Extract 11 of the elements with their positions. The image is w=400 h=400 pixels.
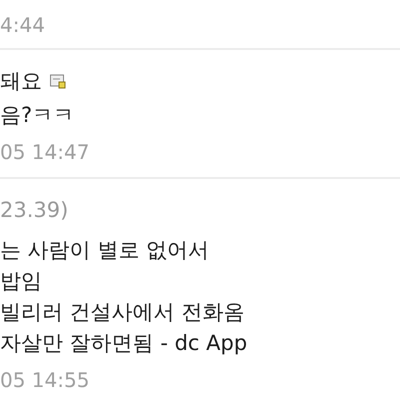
comment-date: 4:44 bbox=[0, 12, 46, 38]
comment-text: 자살만 잘하면됨 - dc App bbox=[0, 330, 248, 357]
comment-text: 밥임 bbox=[0, 268, 43, 295]
comment-date: 05 14:55 bbox=[0, 367, 90, 393]
comment-author: 23.39) bbox=[0, 198, 68, 222]
comment-date: 05 14:47 bbox=[0, 139, 90, 165]
comment-text: 음?ㅋㅋ bbox=[0, 102, 76, 129]
comment-text: 는 사람이 별로 없어서 bbox=[0, 237, 210, 264]
comment-text: 빌리러 건설사에서 전화옴 bbox=[0, 299, 246, 326]
comment-author: 돼요 bbox=[0, 68, 42, 95]
memo-icon bbox=[50, 74, 66, 88]
